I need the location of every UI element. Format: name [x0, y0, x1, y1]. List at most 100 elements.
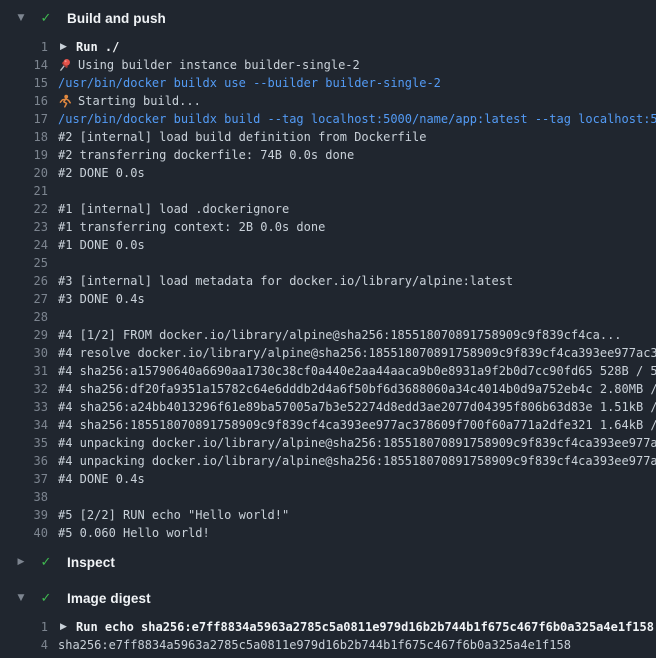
- line-number[interactable]: 28: [0, 308, 48, 326]
- line-number[interactable]: 35: [0, 434, 48, 452]
- log-text: #3 [internal] load metadata for docker.i…: [58, 272, 513, 290]
- line-number[interactable]: 26: [0, 272, 48, 290]
- line-number[interactable]: 37: [0, 470, 48, 488]
- log-text: sha256:e7ff8834a5963a2785c5a0811e979d16b…: [58, 636, 571, 654]
- log-section-inspect: ▶ ✓ Inspect: [0, 544, 656, 580]
- log-section-image-digest: ▼ ✓ Image digest 1 ▶ Run echo sha256:e7ff8834…: [0, 580, 656, 656]
- log-text: #5 0.060 Hello world!: [58, 524, 210, 542]
- log-text: /usr/bin/docker buildx build --tag local…: [58, 110, 656, 128]
- log-text: Using builder instance builder-single-2: [78, 56, 360, 74]
- line-number[interactable]: 1: [0, 618, 48, 636]
- log-text: #4 resolve docker.io/library/alpine@sha2…: [58, 344, 656, 362]
- log-line: 19 #2 transferring dockerfile: 74B 0.0s d…: [0, 146, 656, 164]
- line-number[interactable]: 17: [0, 110, 48, 128]
- section-header-inspect[interactable]: ▶ ✓ Inspect: [0, 544, 656, 580]
- log-text: #4 sha256:a15790640a6690aa1730c38cf0a440…: [58, 362, 656, 380]
- log-line: 33 #4 sha256:a24bb4013296f61e89ba57005a7b…: [0, 398, 656, 416]
- line-number[interactable]: 36: [0, 452, 48, 470]
- section-header-build-and-push[interactable]: ▼ ✓ Build and push: [0, 0, 656, 36]
- log-line: 1 ▶ Run echo sha256:e7ff8834a5963a2785c5a0…: [0, 618, 656, 636]
- line-number[interactable]: 40: [0, 524, 48, 542]
- check-icon: ✓: [37, 591, 55, 606]
- log-section-build-and-push: ▼ ✓ Build and push 1 ▶ Run ./ 14 Using builder …: [0, 0, 656, 544]
- log-text: Run ./: [76, 38, 119, 56]
- line-number[interactable]: 24: [0, 236, 48, 254]
- log-line: 25: [0, 254, 656, 272]
- log-text: Starting build...: [78, 92, 201, 110]
- log-line: 18 #2 [internal] load build definition fr…: [0, 128, 656, 146]
- chevron-down-icon[interactable]: ▼: [13, 13, 29, 23]
- line-number[interactable]: 4: [0, 636, 48, 654]
- line-number[interactable]: 38: [0, 488, 48, 506]
- log-line: 29 #4 [1/2] FROM docker.io/library/alpine…: [0, 326, 656, 344]
- log-line: 16 Starting build...: [0, 92, 656, 110]
- log-line: 31 #4 sha256:a15790640a6690aa1730c38cf0a4…: [0, 362, 656, 380]
- log-line: 23 #1 transferring context: 2B 0.0s done: [0, 218, 656, 236]
- pushpin-icon: [58, 56, 72, 74]
- log-line: 26 #3 [internal] load metadata for docker…: [0, 272, 656, 290]
- log-line: 38: [0, 488, 656, 506]
- line-number[interactable]: 1: [0, 38, 48, 56]
- line-number[interactable]: 22: [0, 200, 48, 218]
- log-line: 37 #4 DONE 0.4s: [0, 470, 656, 488]
- line-number[interactable]: 21: [0, 182, 48, 200]
- log-lines-image-digest: 1 ▶ Run echo sha256:e7ff8834a5963a2785c5a0…: [0, 616, 656, 656]
- check-icon: ✓: [37, 11, 55, 26]
- log-text: #4 unpacking docker.io/library/alpine@sh…: [58, 452, 656, 470]
- line-number[interactable]: 18: [0, 128, 48, 146]
- log-line: 30 #4 resolve docker.io/library/alpine@sh…: [0, 344, 656, 362]
- log-line: 32#4 sha256:df20fa9351a15782c64e6dddb2d4…: [0, 380, 656, 398]
- section-header-image-digest[interactable]: ▼ ✓ Image digest: [0, 580, 656, 616]
- log-text: #4 unpacking docker.io/library/alpine@sh…: [58, 434, 656, 452]
- section-title-image-digest: Image digest: [67, 591, 151, 606]
- log-line: 15/usr/bin/docker buildx use --builder b…: [0, 74, 656, 92]
- section-title-inspect: Inspect: [67, 555, 115, 570]
- workflow-log-viewer: ▼✓Build and push1▶Run ./14Using builder …: [0, 0, 656, 656]
- line-number[interactable]: 39: [0, 506, 48, 524]
- line-number[interactable]: 32: [0, 380, 48, 398]
- expand-group-icon[interactable]: ▶: [60, 618, 71, 636]
- line-number[interactable]: 23: [0, 218, 48, 236]
- log-text: #3 DONE 0.4s: [58, 290, 145, 308]
- line-number[interactable]: 15: [0, 74, 48, 92]
- log-text: #5 [2/2] RUN echo "Hello world!": [58, 506, 289, 524]
- line-number[interactable]: 29: [0, 326, 48, 344]
- log-text: #1 DONE 0.0s: [58, 236, 145, 254]
- log-line: 35 #4 unpacking docker.io/library/alpine@…: [0, 434, 656, 452]
- line-number[interactable]: 20: [0, 164, 48, 182]
- log-line: 20 #2 DONE 0.0s: [0, 164, 656, 182]
- log-text: #1 [internal] load .dockerignore: [58, 200, 289, 218]
- log-line: 24 #1 DONE 0.0s: [0, 236, 656, 254]
- line-number[interactable]: 14: [0, 56, 48, 74]
- log-line: 14 Using builder instance builder-single-…: [0, 56, 656, 74]
- line-number[interactable]: 25: [0, 254, 48, 272]
- section-title-build-and-push: Build and push: [67, 11, 166, 26]
- log-text: #2 [internal] load build definition from…: [58, 128, 426, 146]
- log-lines-build-and-push: 1 ▶ Run ./ 14 Using builder instance builder…: [0, 36, 656, 544]
- chevron-right-icon[interactable]: ▶: [13, 557, 29, 567]
- log-line: 28: [0, 308, 656, 326]
- line-number[interactable]: 31: [0, 362, 48, 380]
- line-number[interactable]: 34: [0, 416, 48, 434]
- log-text: #4 [1/2] FROM docker.io/library/alpine@s…: [58, 326, 622, 344]
- log-text: /usr/bin/docker buildx use --builder bui…: [58, 74, 441, 92]
- line-number[interactable]: 16: [0, 92, 48, 110]
- log-line: 1 ▶ Run ./: [0, 38, 656, 56]
- check-icon: ✓: [37, 555, 55, 570]
- line-number[interactable]: 33: [0, 398, 48, 416]
- line-number[interactable]: 19: [0, 146, 48, 164]
- log-text: Run echo sha256:e7ff8834a5963a2785c5a081…: [76, 618, 654, 636]
- line-number[interactable]: 27: [0, 290, 48, 308]
- log-text: #4 DONE 0.4s: [58, 470, 145, 488]
- log-text: #2 transferring dockerfile: 74B 0.0s don…: [58, 146, 354, 164]
- log-text: #2 DONE 0.0s: [58, 164, 145, 182]
- line-number[interactable]: 30: [0, 344, 48, 362]
- log-text: #1 transferring context: 2B 0.0s done: [58, 218, 325, 236]
- log-text: #4 sha256:a24bb4013296f61e89ba57005a7b3e…: [58, 398, 656, 416]
- log-line: 34#4 sha256:185518070891758909c9f839cf4c…: [0, 416, 656, 434]
- expand-group-icon[interactable]: ▶: [60, 38, 71, 56]
- log-line: 17/usr/bin/docker buildx build --tag loc…: [0, 110, 656, 128]
- log-line: 40 #5 0.060 Hello world!: [0, 524, 656, 542]
- log-line: 4 sha256:e7ff8834a5963a2785c5a0811e979d16…: [0, 636, 656, 654]
- chevron-down-icon[interactable]: ▼: [13, 593, 29, 603]
